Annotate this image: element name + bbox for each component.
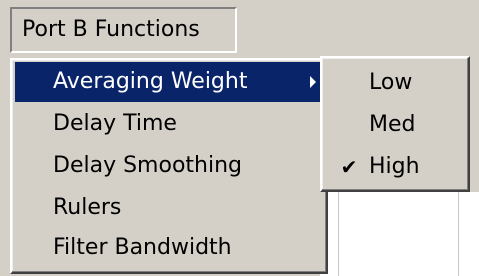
checkmark-icon: ✔ xyxy=(340,155,358,179)
menu-title-label: Port B Functions xyxy=(22,17,200,42)
grid-line xyxy=(458,192,459,276)
averaging-weight-submenu: Low Med ✔ High xyxy=(320,56,470,192)
submenu-item-label: High xyxy=(369,154,420,179)
menu-item-label: Delay Smoothing xyxy=(53,153,242,178)
menu-item-delay-time[interactable]: Delay Time xyxy=(15,104,322,144)
menu-item-rulers[interactable]: Rulers xyxy=(15,188,322,228)
menu-item-label: Filter Bandwidth xyxy=(53,235,232,260)
menu-item-label: Rulers xyxy=(53,195,122,220)
submenu-item-high[interactable]: ✔ High xyxy=(325,146,465,188)
menu-item-delay-smoothing[interactable]: Delay Smoothing xyxy=(15,146,322,186)
menu-item-label: Delay Time xyxy=(53,111,177,136)
submenu-item-label: Med xyxy=(369,112,416,137)
port-b-functions-dropdown: Averaging Weight Delay Time Delay Smooth… xyxy=(10,58,328,274)
menu-item-label: Averaging Weight xyxy=(53,69,248,94)
menubar: Port B Functions xyxy=(0,0,479,58)
submenu-item-low[interactable]: Low xyxy=(325,62,465,104)
grid-line xyxy=(338,192,339,276)
menu-port-b-functions[interactable]: Port B Functions xyxy=(10,7,237,53)
menu-item-filter-bandwidth[interactable]: Filter Bandwidth xyxy=(15,228,322,268)
content-area xyxy=(320,192,479,276)
menu-item-averaging-weight[interactable]: Averaging Weight xyxy=(15,62,322,102)
submenu-item-label: Low xyxy=(369,70,413,95)
submenu-arrow-icon xyxy=(310,76,316,88)
submenu-item-med[interactable]: Med xyxy=(325,104,465,146)
